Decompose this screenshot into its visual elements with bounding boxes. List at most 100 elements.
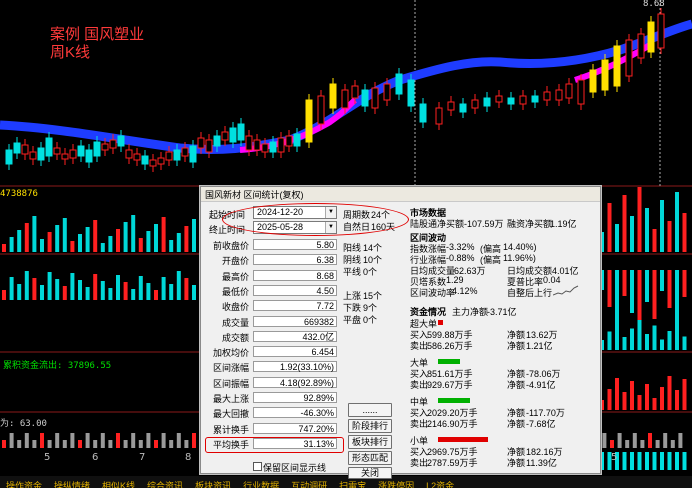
industry-deviation-value: 11.96%) bbox=[503, 253, 536, 263]
beta-value: 1.29 bbox=[446, 275, 464, 285]
stat-value: 669382 bbox=[253, 315, 337, 327]
chart-mark bbox=[610, 440, 614, 448]
chart-mark bbox=[471, 99, 479, 109]
chart-mark bbox=[189, 145, 197, 163]
chart-mark bbox=[602, 433, 607, 448]
sell-value: 929.67万手 bbox=[427, 380, 473, 390]
chart-mark bbox=[2, 290, 6, 300]
stat-value: 1.92(33.10%) bbox=[253, 361, 337, 373]
chart-mark bbox=[131, 215, 136, 252]
chart-mark bbox=[24, 433, 29, 448]
chart-mark bbox=[383, 83, 391, 101]
price-top-label: 8.68 bbox=[643, 0, 665, 9]
tab-item[interactable]: 操作资金 bbox=[0, 480, 48, 488]
tab-item[interactable]: 互动调研 bbox=[285, 480, 333, 488]
tab-item[interactable]: 行业数据 bbox=[237, 480, 285, 488]
chart-mark bbox=[329, 83, 337, 109]
close-button[interactable]: 关闭 bbox=[348, 467, 392, 479]
tab-item[interactable]: 操纵情绪 bbox=[48, 480, 96, 488]
stat-label: 最大上涨 bbox=[212, 394, 249, 404]
x-tick: 5 bbox=[44, 452, 51, 463]
chart-mark bbox=[40, 239, 44, 252]
chart-mark bbox=[647, 21, 655, 53]
chart-mark bbox=[125, 149, 133, 159]
chart-mark bbox=[70, 433, 75, 448]
chart-mark bbox=[70, 273, 75, 300]
chart-mark bbox=[667, 376, 672, 410]
chart-mark bbox=[371, 87, 379, 109]
stat-label: 开盘价 bbox=[221, 256, 249, 267]
chart-mark bbox=[62, 440, 67, 448]
chart-mark bbox=[637, 452, 642, 470]
chart-mark bbox=[277, 137, 285, 153]
chart-mark bbox=[173, 149, 181, 161]
chart-mark bbox=[630, 270, 634, 313]
chart-mark bbox=[625, 39, 633, 77]
chart-mark bbox=[361, 89, 369, 107]
chart-mark bbox=[32, 440, 37, 448]
net-amount-value: -4.91亿 bbox=[526, 380, 556, 390]
stat-label: 区间涨幅 bbox=[212, 363, 249, 374]
pattern-match-button[interactable]: 形态匹配 bbox=[348, 451, 392, 465]
sell-value: 2787.59万手 bbox=[427, 458, 478, 468]
stat-label: 累计换手 bbox=[212, 424, 249, 435]
bottom-tab-bar: 操作资金 操纵情绪 相似K线 综合资讯 板块资讯 行业数据 互动调研 扫雷宝 涨跌停因 L2资金 bbox=[0, 476, 692, 488]
chart-mark bbox=[682, 213, 687, 252]
chart-mark bbox=[53, 147, 61, 155]
case-title: 案例 国风塑业 周K线 bbox=[50, 26, 144, 62]
chart-mark bbox=[78, 234, 82, 252]
tab-item[interactable]: 综合资讯 bbox=[141, 480, 189, 488]
tab-item[interactable]: 板块资讯 bbox=[189, 480, 237, 488]
chart-mark bbox=[55, 433, 60, 448]
sell-label: 卖出 bbox=[410, 341, 429, 351]
net-label: 净额 bbox=[507, 341, 526, 351]
chart-mark bbox=[17, 284, 22, 300]
tab-item[interactable]: 涨跌停因 bbox=[372, 480, 420, 488]
keep-range-line-checkbox[interactable] bbox=[253, 462, 262, 471]
chart-mark bbox=[630, 216, 634, 252]
chart-mark bbox=[341, 89, 349, 109]
chart-mark bbox=[13, 142, 21, 154]
chart-mark bbox=[40, 285, 44, 300]
sector-rank-button[interactable]: 板块排行 bbox=[348, 435, 392, 449]
chart-mark bbox=[682, 452, 687, 470]
chart-mark bbox=[161, 217, 166, 252]
chart-mark bbox=[192, 219, 196, 252]
sharpe-value: 0.04 bbox=[543, 275, 561, 285]
chart-mark bbox=[613, 45, 621, 87]
chart-mark bbox=[176, 433, 181, 448]
net-amount-value: 1.21亿 bbox=[526, 341, 553, 351]
chart-mark bbox=[663, 433, 668, 448]
net-amount-value: 11.39亿 bbox=[526, 458, 557, 468]
chart-mark bbox=[615, 270, 619, 324]
more-button[interactable]: ...... bbox=[348, 403, 392, 417]
chart-mark bbox=[141, 155, 149, 165]
chart-mark bbox=[652, 452, 657, 470]
chart-mark bbox=[62, 286, 67, 300]
chart-mark bbox=[305, 99, 313, 143]
chart-mark bbox=[682, 270, 687, 297]
order-size-bar bbox=[438, 398, 470, 403]
stat-label: 区间振幅 bbox=[212, 378, 249, 389]
chart-mark bbox=[645, 334, 649, 350]
x-tick: 8 bbox=[185, 452, 192, 463]
chart-mark bbox=[483, 97, 491, 107]
x-tick: 7 bbox=[139, 452, 146, 463]
chart-mark bbox=[5, 149, 13, 165]
chart-mark bbox=[655, 440, 660, 448]
chart-mark bbox=[47, 232, 52, 252]
tab-item[interactable]: 扫雷宝 bbox=[333, 480, 372, 488]
chart-mark bbox=[45, 137, 53, 157]
dialog-title-bar[interactable]: 国风新材 区间统计(复权) bbox=[201, 187, 600, 202]
chart-mark bbox=[116, 229, 120, 252]
count-label: 平线 bbox=[343, 267, 362, 277]
stat-value: 747.20% bbox=[253, 422, 337, 434]
tab-item[interactable]: 相似K线 bbox=[96, 480, 141, 488]
stage-rank-button[interactable]: 阶段排行 bbox=[348, 419, 392, 433]
chart-mark bbox=[17, 230, 22, 252]
tab-item[interactable]: L2资金 bbox=[420, 480, 460, 488]
chart-mark bbox=[675, 322, 679, 350]
trend-label: 自整后上行 bbox=[507, 288, 553, 298]
chart-mark bbox=[109, 139, 117, 149]
chart-mark bbox=[138, 440, 143, 448]
